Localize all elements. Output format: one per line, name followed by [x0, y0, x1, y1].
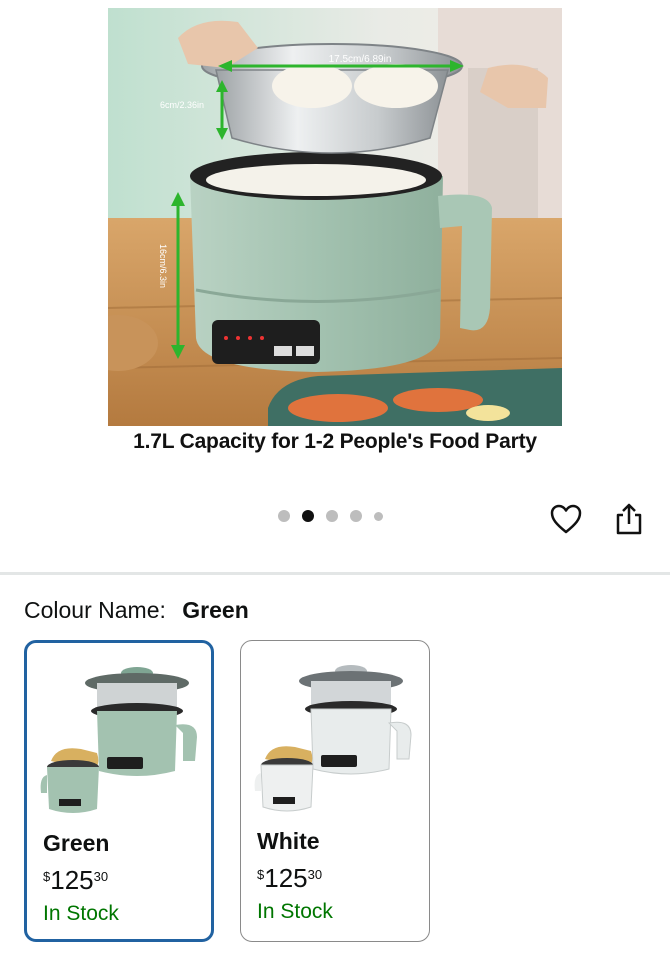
colour-option-name: Green [43, 830, 110, 856]
stock-status: In Stock [43, 902, 119, 925]
colour-option-name: White [257, 828, 320, 854]
carousel-indicator[interactable] [278, 510, 383, 522]
green-cooker-thumbnail [40, 667, 197, 813]
price-currency: $ [257, 867, 265, 882]
stock-status: In Stock [257, 900, 333, 923]
price-fraction: 30 [93, 869, 109, 884]
price-currency: $ [43, 869, 51, 884]
carousel-dot[interactable] [326, 510, 338, 522]
price-whole: 125 [264, 863, 308, 893]
heart-icon [550, 504, 582, 534]
carousel-dot[interactable] [350, 510, 362, 522]
colour-name-value: Green [182, 597, 249, 623]
width-dimension-label: 17.5cm/6.89in [329, 54, 392, 65]
colour-option-price: $ 125 30 [43, 865, 108, 895]
pot-height-label: 16cm/6.3in [158, 244, 168, 288]
carousel-dot[interactable] [278, 510, 290, 522]
price-fraction: 30 [307, 867, 323, 882]
share-icon [616, 503, 642, 535]
image-caption: 1.7L Capacity for 1-2 People's Food Part… [133, 430, 537, 453]
carousel-dot-active[interactable] [302, 510, 314, 522]
section-divider [0, 572, 670, 575]
carousel-dot[interactable] [374, 511, 383, 521]
product-image[interactable]: 17.5cm/6.89in 6cm/2.36in 16cm/6.3in [108, 8, 562, 426]
colour-name-row: Colour Name: Green [24, 597, 249, 624]
colour-option-white[interactable]: White $ 125 30 In Stock [240, 640, 430, 942]
favorite-button[interactable] [547, 500, 585, 538]
colour-option-green[interactable]: Green $ 125 30 In Stock [24, 640, 214, 942]
colour-option-price: $ 125 30 [257, 863, 322, 893]
price-whole: 125 [50, 865, 94, 895]
white-cooker-thumbnail [254, 665, 412, 812]
colour-name-label: Colour Name: [24, 597, 166, 623]
steamer-height-label: 6cm/2.36in [160, 100, 204, 110]
share-button[interactable] [610, 500, 648, 538]
